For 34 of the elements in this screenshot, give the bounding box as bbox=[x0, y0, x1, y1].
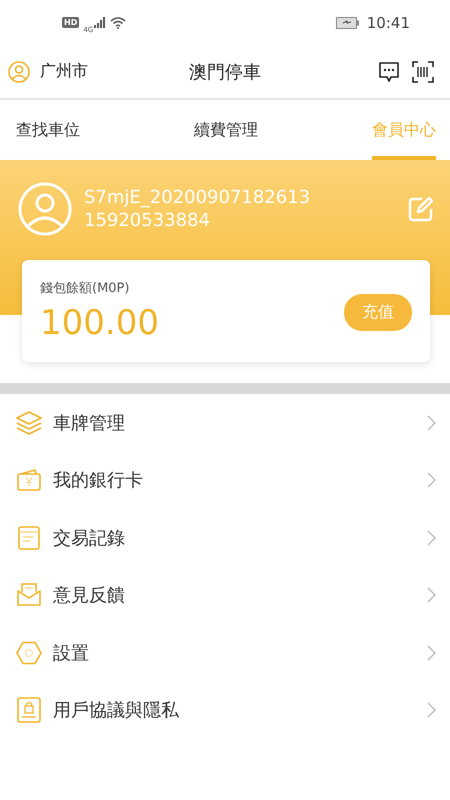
chevron-icon bbox=[427, 414, 436, 431]
chat-icon[interactable] bbox=[378, 60, 400, 82]
menu-item[interactable]: 我的銀行卡 bbox=[0, 452, 450, 509]
chevron-icon bbox=[427, 530, 436, 546]
avatar-icon bbox=[18, 182, 72, 236]
document-icon bbox=[16, 526, 42, 550]
envelope-icon bbox=[16, 583, 42, 608]
hd-badge: HD bbox=[62, 17, 80, 28]
wifi-icon bbox=[110, 16, 126, 28]
signal-icon bbox=[94, 17, 106, 28]
settings-icon bbox=[16, 640, 42, 665]
username: S7mjE_20200907182613 bbox=[84, 187, 312, 208]
menu-item[interactable]: 車牌管理 bbox=[0, 394, 450, 452]
chevron-icon bbox=[427, 644, 436, 661]
menu-item[interactable]: 用戶協議與隱私 bbox=[0, 682, 450, 739]
lock-document-icon bbox=[16, 697, 42, 724]
chevron-icon bbox=[427, 472, 436, 488]
wallet-label: 錢包餘額(M0P) bbox=[40, 280, 130, 297]
menu-item[interactable]: 意見反饋 bbox=[0, 566, 450, 624]
chevron-icon bbox=[427, 702, 436, 718]
app-title: 澳門停車 bbox=[189, 60, 261, 84]
chevron-icon bbox=[427, 587, 436, 604]
tab[interactable]: 續費管理 bbox=[194, 100, 258, 160]
wallet-icon bbox=[16, 469, 42, 492]
phone-number: 15920533884 bbox=[84, 210, 211, 231]
scan-icon[interactable] bbox=[412, 60, 434, 82]
status-time: 10:41 bbox=[366, 14, 410, 32]
layers-icon bbox=[16, 410, 42, 435]
menu-item[interactable]: 交易記錄 bbox=[0, 509, 450, 566]
battery-icon bbox=[336, 16, 360, 28]
city-label[interactable]: 广州市 bbox=[40, 61, 88, 82]
wallet-balance: 100.00 bbox=[40, 303, 159, 343]
tab[interactable]: 查找車位 bbox=[16, 100, 80, 160]
menu-item[interactable]: 設置 bbox=[0, 624, 450, 682]
